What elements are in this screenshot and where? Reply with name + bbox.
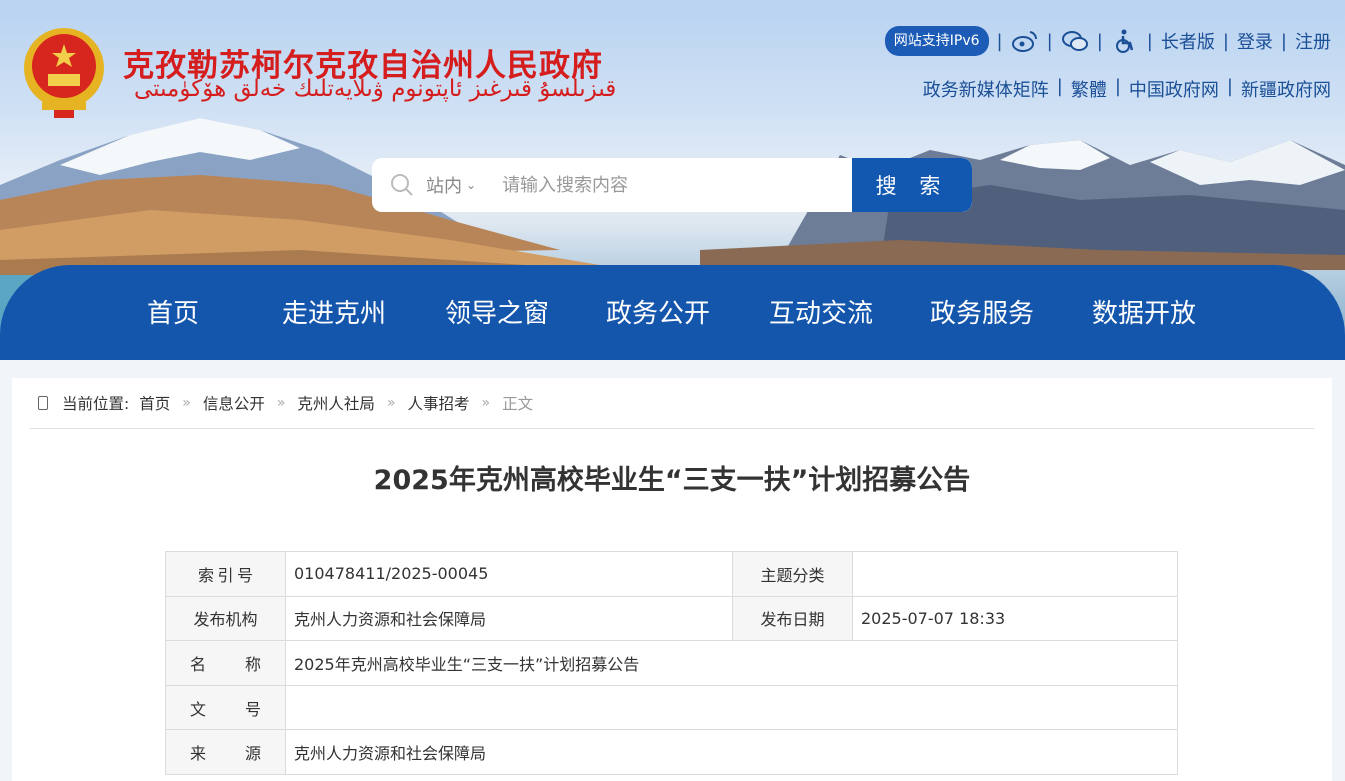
index-value: 010478411/2025-00045: [285, 551, 733, 597]
source-value: 克州人力资源和社会保障局: [285, 729, 1178, 775]
breadcrumb-item[interactable]: 人事招考: [408, 392, 470, 414]
nav-item-open-data[interactable]: 数据开放: [1092, 293, 1196, 330]
ipv6-badge: 网站支持IPv6: [884, 26, 989, 56]
secondary-links: 政务新媒体矩阵 | 繁體 | 中国政府网 | 新疆政府网: [922, 76, 1331, 102]
org-value: 克州人力资源和社会保障局: [285, 595, 733, 642]
metadata-table: 索 引 号 010478411/2025-00045 主题分类 发布机构 克州人…: [165, 551, 1178, 775]
name-value: 2025年克州高校毕业生“三支一扶”计划招募公告: [285, 640, 1178, 686]
table-row: 名 称 2025年克州高校毕业生“三支一扶”计划招募公告: [165, 640, 1178, 686]
weibo-icon[interactable]: [1011, 27, 1039, 55]
docno-value: [285, 684, 1178, 731]
breadcrumb-label: 当前位置:: [62, 395, 130, 413]
china-gov-link[interactable]: 中国政府网: [1129, 76, 1219, 102]
nav-item-home[interactable]: 首页: [147, 293, 199, 330]
table-row: 索 引 号 010478411/2025-00045 主题分类: [165, 551, 1178, 597]
location-icon: [38, 396, 48, 410]
table-row: 文 号: [165, 684, 1178, 731]
chevron-down-icon: ⌄: [466, 178, 477, 192]
search-button[interactable]: 搜 索: [852, 158, 972, 212]
register-link[interactable]: 注册: [1295, 28, 1331, 54]
source-label: 来 源: [165, 729, 286, 775]
nav-item-leaders[interactable]: 领导之窗: [445, 293, 549, 330]
name-label: 名 称: [165, 640, 286, 686]
breadcrumb: 当前位置: 首页 » 信息公开 » 克州人社局 » 人事招考 » 正文: [38, 392, 533, 414]
topic-label: 主题分类: [732, 551, 853, 597]
date-label: 发布日期: [732, 595, 853, 642]
nav-item-services[interactable]: 政务服务: [930, 293, 1034, 330]
elder-mode-link[interactable]: 长者版: [1161, 28, 1215, 54]
main-nav: 首页 走进克州 领导之窗 政务公开 互动交流 政务服务 数据开放: [0, 265, 1345, 360]
new-media-link[interactable]: 政务新媒体矩阵: [923, 76, 1049, 102]
table-row: 来 源 克州人力资源和社会保障局: [165, 729, 1178, 775]
article-panel: 当前位置: 首页 » 信息公开 » 克州人社局 » 人事招考 » 正文 2025…: [12, 378, 1332, 781]
org-label: 发布机构: [165, 595, 286, 642]
header-banner: 克孜勒苏柯尔克孜自治州人民政府 قىزىلسۇ قىرغىز ئاپتونوم …: [0, 0, 1345, 360]
index-label: 索 引 号: [165, 551, 286, 597]
divider: [30, 428, 1314, 429]
search-icon: [391, 174, 413, 196]
nav-item-about[interactable]: 走进克州: [282, 293, 386, 330]
breadcrumb-item[interactable]: 首页: [139, 392, 170, 414]
article-title: 2025年克州高校毕业生“三支一扶”计划招募公告: [373, 465, 971, 496]
topic-value: [852, 551, 1178, 597]
xinjiang-gov-link[interactable]: 新疆政府网: [1241, 76, 1331, 102]
breadcrumb-item[interactable]: 克州人社局: [297, 392, 375, 414]
breadcrumb-item[interactable]: 信息公开: [203, 392, 265, 414]
login-link[interactable]: 登录: [1237, 28, 1273, 54]
wechat-icon[interactable]: [1061, 27, 1089, 55]
table-row: 发布机构 克州人力资源和社会保障局 发布日期 2025-07-07 18:33: [165, 595, 1178, 642]
site-subtitle: قىزىلسۇ قىرغىز ئاپتونوم ۋىلايەتلىك خەلق …: [134, 76, 617, 102]
search-bar: 站内 ⌄ 搜 索: [372, 158, 972, 212]
nav-item-gov-affairs[interactable]: 政务公开: [606, 293, 710, 330]
docno-label: 文 号: [165, 684, 286, 731]
traditional-chinese-link[interactable]: 繁體: [1071, 76, 1107, 102]
search-scope-dropdown[interactable]: 站内 ⌄: [426, 172, 476, 198]
top-toolbar: 网站支持IPv6 | | | | 长者版 | 登录 | 注册: [884, 26, 1331, 56]
national-emblem-icon: [24, 28, 104, 118]
date-value: 2025-07-07 18:33: [852, 595, 1178, 642]
nav-item-interaction[interactable]: 互动交流: [769, 293, 873, 330]
wheelchair-icon[interactable]: [1111, 27, 1139, 55]
search-input[interactable]: [502, 174, 823, 196]
breadcrumb-current: 正文: [502, 395, 534, 413]
